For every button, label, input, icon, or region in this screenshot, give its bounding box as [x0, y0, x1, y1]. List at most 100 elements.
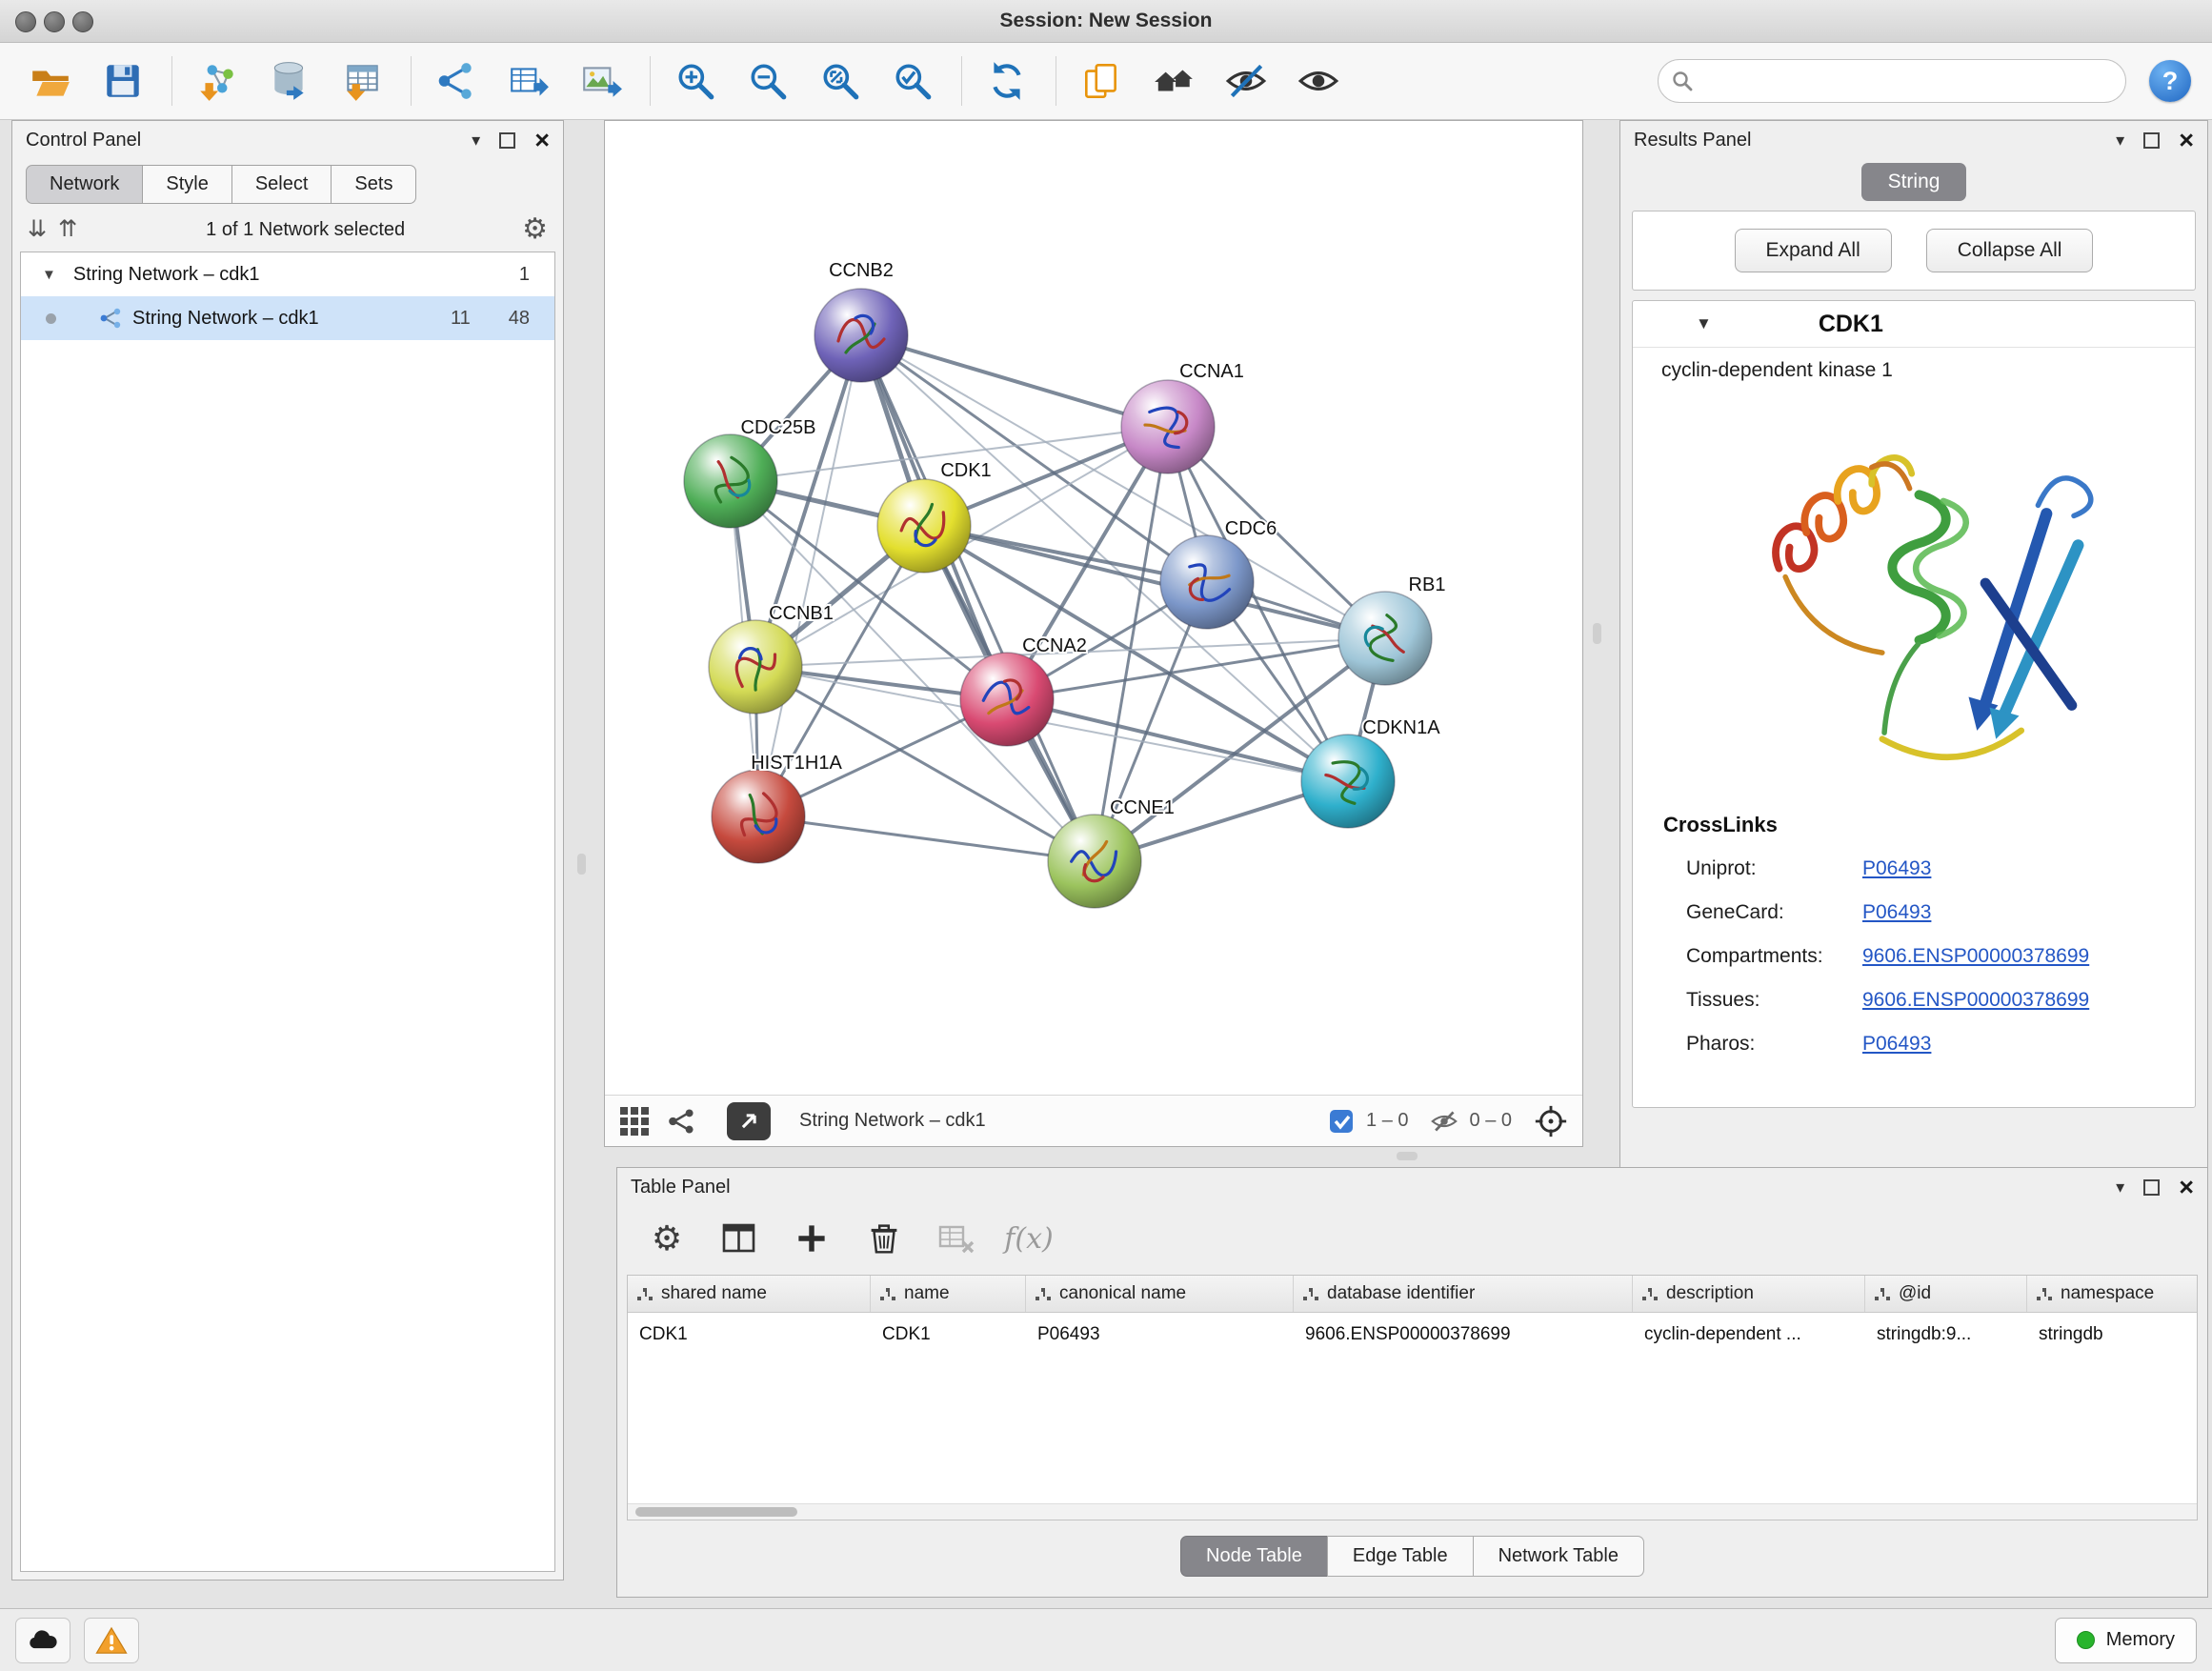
create-column-button[interactable]	[789, 1216, 835, 1261]
column-header-name[interactable]: name	[871, 1276, 1026, 1312]
gene-card-header[interactable]: ▼ CDK1	[1633, 301, 2195, 348]
network-edge-cdk1-rb1[interactable]	[924, 526, 1385, 638]
import-network-database-button[interactable]	[260, 51, 319, 111]
network-node-ccne1[interactable]	[1048, 815, 1141, 908]
show-columns-button[interactable]	[716, 1216, 762, 1261]
column-header-description[interactable]: description	[1633, 1276, 1865, 1312]
network-node-ccnb2[interactable]	[814, 289, 908, 382]
column-header-namespace[interactable]: namespace	[2027, 1276, 2198, 1312]
collapse-panel-icon[interactable]: ▾	[2116, 131, 2124, 149]
memory-button[interactable]: Memory	[2055, 1618, 2197, 1663]
maximize-window-button[interactable]	[72, 11, 93, 32]
show-all-button[interactable]	[1289, 51, 1348, 111]
crosslink-value-link[interactable]: 9606.ENSP00000378699	[1862, 945, 2089, 968]
table-settings-gear-icon[interactable]: ⚙	[644, 1216, 690, 1261]
cloud-status-button[interactable]	[15, 1618, 70, 1663]
save-session-button[interactable]	[93, 51, 152, 111]
tab-node-table[interactable]: Node Table	[1180, 1536, 1328, 1577]
network-node-hist1h1a[interactable]	[712, 770, 805, 863]
hidden-eye-slash-icon[interactable]	[1430, 1107, 1458, 1136]
crosshair-icon[interactable]	[1533, 1103, 1569, 1139]
zoom-selected-button[interactable]	[883, 51, 942, 111]
show-graphics-details-button[interactable]	[1144, 51, 1203, 111]
network-node-cdk1[interactable]	[877, 479, 971, 573]
apply-layout-button[interactable]	[977, 51, 1036, 111]
help-button[interactable]: ?	[2149, 60, 2191, 102]
column-header--id[interactable]: @id	[1865, 1276, 2027, 1312]
tab-select[interactable]: Select	[231, 165, 332, 204]
tab-network-table[interactable]: Network Table	[1473, 1536, 1644, 1577]
float-panel-icon[interactable]	[2143, 132, 2160, 149]
disclosure-triangle-icon[interactable]: ▼	[42, 267, 56, 283]
tab-style[interactable]: Style	[142, 165, 231, 204]
collapse-panel-icon[interactable]: ▾	[472, 131, 480, 149]
network-edge-hist1h1a-ccne1[interactable]	[758, 816, 1095, 861]
collapse-all-networks-icon[interactable]: ⇈	[58, 218, 77, 241]
network-node-cdc25b[interactable]	[684, 434, 777, 528]
collapse-panel-icon[interactable]: ▾	[2116, 1178, 2124, 1196]
tab-sets[interactable]: Sets	[331, 165, 416, 204]
close-panel-icon[interactable]: ×	[534, 128, 550, 153]
float-panel-icon[interactable]	[499, 132, 515, 149]
network-node-ccnb1[interactable]	[709, 620, 802, 714]
zoom-out-button[interactable]	[738, 51, 797, 111]
warnings-button[interactable]	[84, 1618, 139, 1663]
splitter-handle[interactable]	[1397, 1152, 1418, 1160]
hide-selected-button[interactable]	[1217, 51, 1276, 111]
network-canvas[interactable]: CCNB2CCNA1CDC25BCDK1CDC6RB1CCNB1CCNA2CDK…	[605, 121, 1582, 1095]
table-horizontal-scrollbar[interactable]	[628, 1503, 2197, 1520]
crosslink-value-link[interactable]: 9606.ENSP00000378699	[1862, 989, 2089, 1012]
delete-column-button[interactable]	[861, 1216, 907, 1261]
zoom-fit-button[interactable]	[811, 51, 870, 111]
export-table-button[interactable]	[499, 51, 558, 111]
birds-eye-view-button[interactable]	[618, 1105, 651, 1137]
crosslink-value-link[interactable]: P06493	[1862, 1033, 1931, 1056]
close-panel-icon[interactable]: ×	[2179, 128, 2194, 153]
scrollbar-thumb[interactable]	[635, 1507, 797, 1517]
column-header-shared-name[interactable]: shared name	[628, 1276, 871, 1312]
toolbar-search-input[interactable]	[1658, 59, 2126, 103]
delete-table-button-disabled[interactable]	[934, 1216, 979, 1261]
expand-all-button[interactable]: Expand All	[1735, 229, 1892, 272]
network-edge-ccna2-cdkn1a[interactable]	[1007, 699, 1348, 781]
minimize-window-button[interactable]	[44, 11, 65, 32]
tab-edge-table[interactable]: Edge Table	[1327, 1536, 1474, 1577]
network-collection-row[interactable]: ▼ String Network – cdk1 1	[21, 252, 554, 296]
tab-string[interactable]: String	[1861, 163, 1967, 201]
network-node-cdkn1a[interactable]	[1301, 735, 1395, 828]
column-header-canonical-name[interactable]: canonical name	[1026, 1276, 1294, 1312]
import-network-file-button[interactable]	[188, 51, 247, 111]
crosslink-value-link[interactable]: P06493	[1862, 901, 1931, 924]
network-edge-ccnb2-hist1h1a[interactable]	[758, 335, 861, 816]
expand-all-networks-icon[interactable]: ⇊	[28, 218, 47, 241]
splitter-handle[interactable]	[577, 854, 586, 875]
network-node-rb1[interactable]	[1338, 592, 1432, 685]
tab-network[interactable]: Network	[26, 165, 143, 204]
splitter-handle[interactable]	[1593, 623, 1601, 644]
column-header-database-identifier[interactable]: database identifier	[1294, 1276, 1633, 1312]
float-panel-icon[interactable]	[2143, 1179, 2160, 1196]
close-window-button[interactable]	[15, 11, 36, 32]
network-node-cdc6[interactable]	[1160, 535, 1254, 629]
export-image-button[interactable]	[572, 51, 631, 111]
network-edge-ccnb2-ccna1[interactable]	[861, 335, 1168, 427]
function-builder-button[interactable]: f(x)	[1006, 1216, 1052, 1261]
network-node-ccna2[interactable]	[960, 653, 1054, 746]
collapse-all-button[interactable]: Collapse All	[1926, 229, 2094, 272]
network-options-gear-icon[interactable]: ⚙	[522, 215, 548, 244]
zoom-in-button[interactable]	[666, 51, 725, 111]
table-row[interactable]: CDK1CDK1P064939606.ENSP00000378699cyclin…	[628, 1313, 2197, 1357]
crosslink-value-link[interactable]: P06493	[1862, 857, 1931, 880]
close-panel-icon[interactable]: ×	[2179, 1175, 2194, 1200]
network-node-ccna1[interactable]	[1121, 380, 1215, 473]
gene-disclosure-triangle-icon[interactable]: ▼	[1696, 314, 1712, 333]
new-network-button[interactable]	[427, 51, 486, 111]
import-table-button[interactable]	[332, 51, 392, 111]
network-row[interactable]: String Network – cdk1 11 48	[21, 296, 554, 340]
open-session-button[interactable]	[21, 51, 80, 111]
selection-checkbox-icon[interactable]	[1328, 1108, 1355, 1135]
network-edge-ccnb2-ccne1[interactable]	[861, 335, 1095, 861]
open-in-window-button[interactable]	[727, 1102, 771, 1140]
documents-button[interactable]	[1072, 51, 1131, 111]
network-graph-button[interactable]	[666, 1106, 696, 1137]
